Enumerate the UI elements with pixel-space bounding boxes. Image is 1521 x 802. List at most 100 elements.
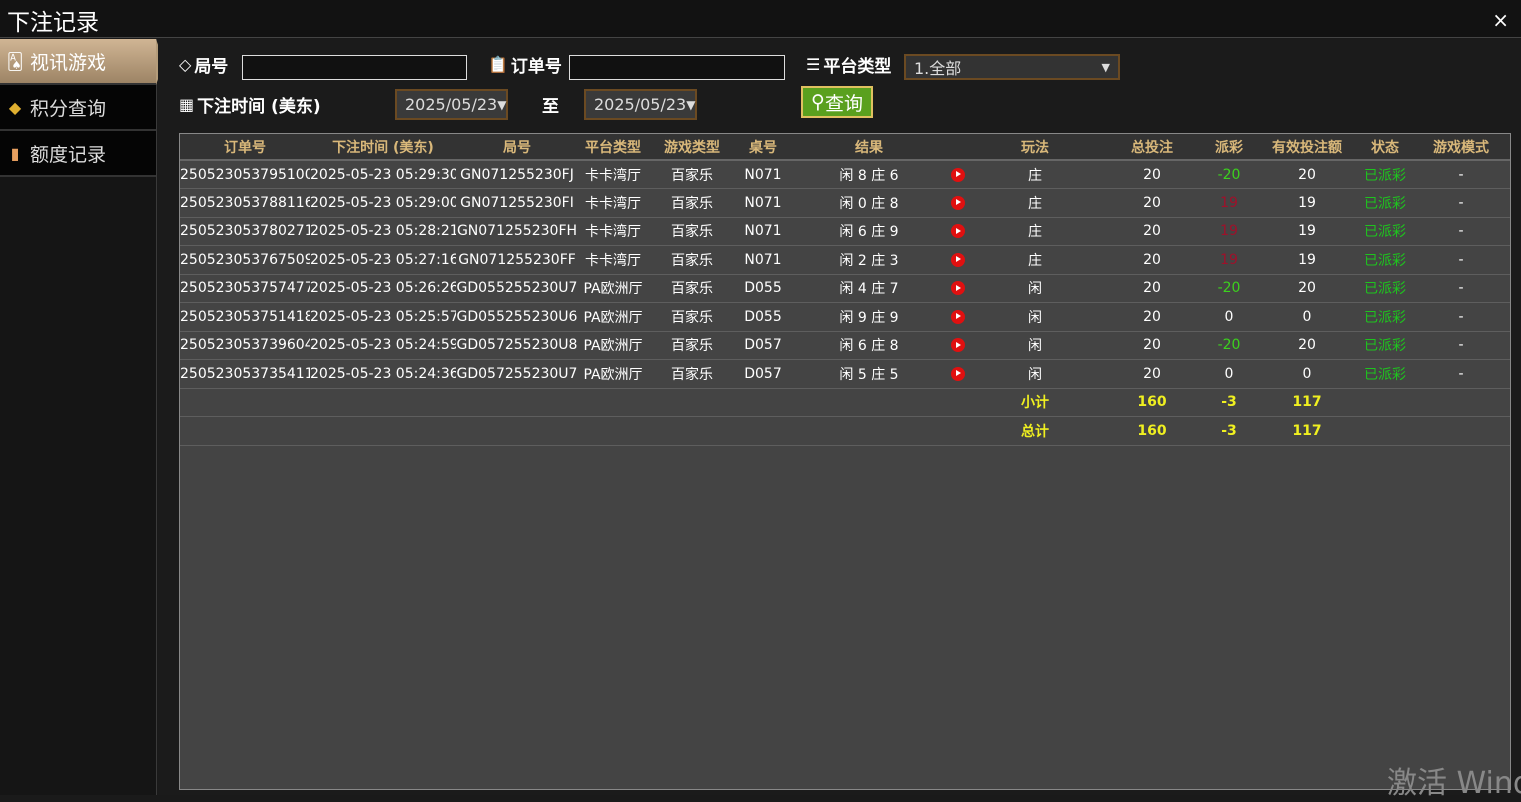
round-id-cell: GN071255230FH (456, 217, 578, 246)
document-icon: ▮ (10, 143, 20, 163)
status-cell: 已派彩 (1358, 359, 1412, 389)
total-total-bet: 160 (1102, 416, 1202, 446)
sidebar: 🂡 视讯游戏 ◆ 积分查询 ▮ 额度记录 (0, 39, 164, 795)
calendar-icon: ▦ (179, 95, 195, 114)
payout-cell: -20 (1202, 274, 1256, 303)
game-mode-cell: - (1412, 359, 1510, 389)
empty-cell (736, 416, 790, 446)
play-video-icon[interactable] (951, 281, 965, 296)
order-label-text: 订单号 (510, 57, 562, 77)
valid-bet-cell: 19 (1256, 217, 1358, 246)
tag-icon: ◇ (179, 55, 192, 74)
empty-cell (456, 388, 578, 417)
platform-cell: 卡卡湾厅 (578, 217, 648, 246)
total-bet-cell: 20 (1102, 359, 1202, 389)
empty-cell (648, 416, 736, 446)
total-bet-cell: 20 (1102, 274, 1202, 303)
query-button-label: 查询 (824, 92, 863, 115)
replay-cell (948, 217, 968, 246)
game-type-cell: 百家乐 (648, 302, 736, 332)
table-row: 250523053739604 2025-05-23 05:24:59 GD0572… (180, 331, 1510, 360)
column-header: 局号 (456, 134, 578, 161)
result-cell: 闲 4 庄 7 (790, 274, 948, 303)
empty-cell (180, 388, 310, 417)
query-button[interactable]: ⚲ 查询 (801, 86, 873, 118)
payout-cell: 0 (1202, 359, 1256, 389)
total-label: 总计 (968, 416, 1102, 446)
table-id-cell: N071 (736, 160, 790, 189)
window-title: 下注记录 (7, 10, 99, 36)
table-id-cell: N071 (736, 217, 790, 246)
game-type-cell: 百家乐 (648, 188, 736, 218)
replay-cell (948, 245, 968, 275)
valid-bet-cell: 20 (1256, 274, 1358, 303)
empty-cell (578, 416, 648, 446)
date-to-value: 2025/05/23 (594, 95, 687, 114)
sidebar-item-label: 视讯游戏 (30, 51, 107, 74)
valid-bet-cell: 0 (1256, 359, 1358, 389)
game-mode-cell: - (1412, 188, 1510, 218)
valid-bet-cell: 20 (1256, 160, 1358, 189)
game-mode-cell: - (1412, 217, 1510, 246)
total-bet-cell: 20 (1102, 302, 1202, 332)
main-panel: ◇ 局号 📋 订单号 ☰ 平台类型 1.全部 ▼ ▦ 下注时间 (美东) 2025/05/… (158, 39, 1521, 795)
game-type-cell: 百家乐 (648, 245, 736, 275)
platform-cell: PA欧洲厅 (578, 359, 648, 389)
cards-icon: 🂡 (6, 51, 24, 71)
replay-cell (948, 188, 968, 218)
column-header: 平台类型 (578, 134, 648, 161)
order-id-cell: 250523053739604 (180, 331, 310, 360)
sidebar-item-points[interactable]: ◆ 积分查询 (0, 85, 156, 131)
payout-cell: 19 (1202, 188, 1256, 218)
date-from-select[interactable]: 2025/05/23 ▼ (395, 89, 508, 120)
empty-cell (456, 416, 578, 446)
to-label: 至 (542, 97, 559, 117)
play-video-icon[interactable] (951, 309, 965, 324)
subtotal-row: 小计 160 -3 117 (180, 388, 1510, 417)
round-label: ◇ 局号 (179, 52, 228, 77)
chevron-down-icon: ▼ (686, 97, 696, 112)
play-cell: 庄 (968, 160, 1102, 189)
activation-watermark: 激活 Wind (1387, 766, 1521, 801)
play-cell: 闲 (968, 302, 1102, 332)
payout-cell: 0 (1202, 302, 1256, 332)
time-label-text: 下注时间 (美东) (197, 97, 321, 117)
empty-cell (648, 388, 736, 417)
platform-select[interactable]: 1.全部 ▼ (904, 54, 1120, 80)
play-video-icon[interactable] (951, 195, 965, 210)
bet-time-cell: 2025-05-23 05:27:16 (310, 245, 456, 275)
subtotal-payout: -3 (1202, 388, 1256, 417)
empty-cell (1412, 416, 1510, 446)
total-bet-cell: 20 (1102, 160, 1202, 189)
round-id-cell: GN071255230FI (456, 188, 578, 218)
table-id-cell: N071 (736, 188, 790, 218)
bet-records-table: 订单号 下注时间 (美东) 局号 平台类型 游戏类型 桌号 结果 玩法 总投注 派彩 有效投注额 状态… (179, 133, 1511, 790)
date-to-select[interactable]: 2025/05/23 ▼ (584, 89, 697, 120)
replay-cell (948, 274, 968, 303)
order-input[interactable] (569, 55, 785, 80)
round-input[interactable] (242, 55, 467, 80)
replay-cell (948, 160, 968, 189)
game-mode-cell: - (1412, 274, 1510, 303)
sidebar-item-credit[interactable]: ▮ 额度记录 (0, 131, 156, 177)
play-video-icon[interactable] (951, 167, 965, 182)
status-cell: 已派彩 (1358, 217, 1412, 246)
search-icon: ⚲ (811, 91, 825, 113)
play-video-icon[interactable] (951, 366, 965, 381)
platform-select-value: 1.全部 (914, 59, 962, 78)
sidebar-item-live-games[interactable]: 🂡 视讯游戏 (0, 39, 164, 85)
game-mode-cell: - (1412, 160, 1510, 189)
close-icon[interactable]: × (1492, 8, 1509, 32)
payout-cell: -20 (1202, 160, 1256, 189)
play-video-icon[interactable] (951, 224, 965, 239)
play-video-icon[interactable] (951, 252, 965, 267)
play-video-icon[interactable] (951, 338, 965, 353)
play-cell: 闲 (968, 331, 1102, 360)
column-header (948, 134, 968, 161)
total-bet-cell: 20 (1102, 188, 1202, 218)
subtotal-total-bet: 160 (1102, 388, 1202, 417)
game-type-cell: 百家乐 (648, 217, 736, 246)
result-cell: 闲 5 庄 5 (790, 359, 948, 389)
game-type-cell: 百家乐 (648, 160, 736, 189)
table-id-cell: D057 (736, 331, 790, 360)
